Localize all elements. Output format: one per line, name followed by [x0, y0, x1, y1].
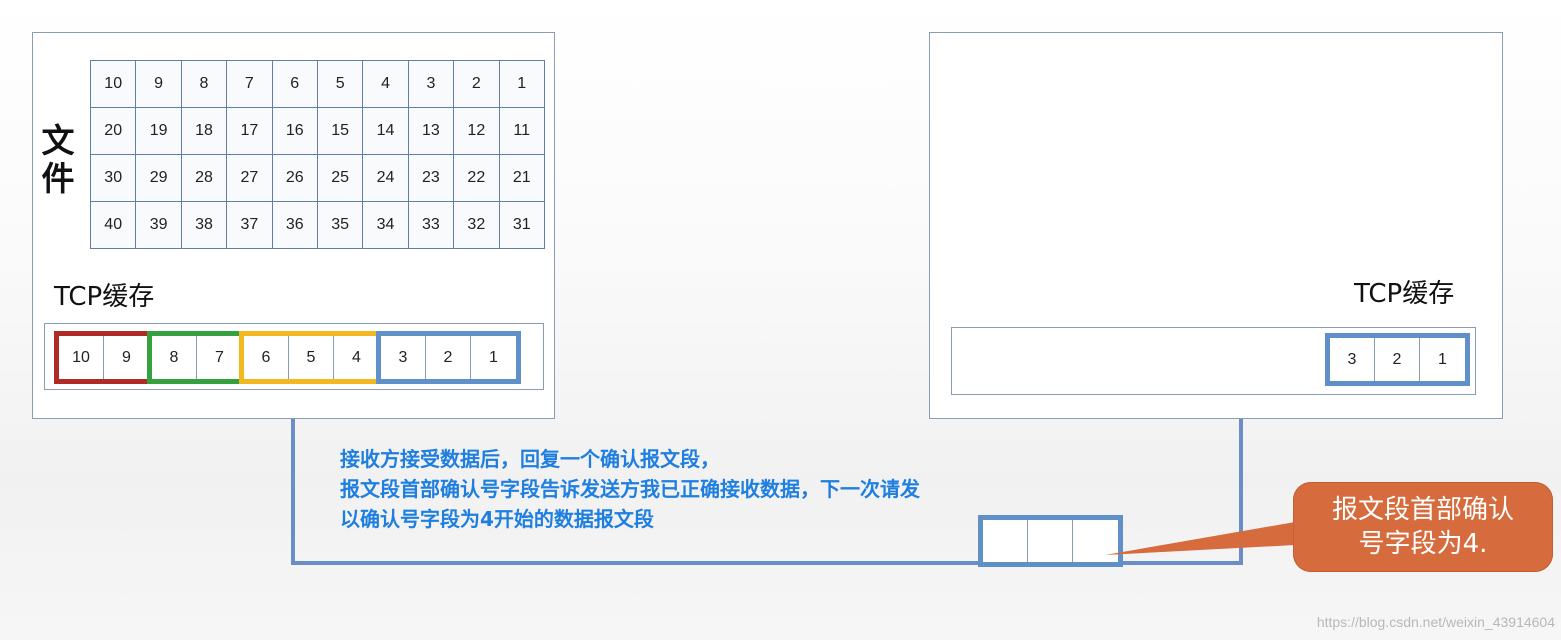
file-segment-cell: 16	[272, 108, 318, 155]
buffer-cell: 3	[381, 336, 426, 379]
file-label-char-2: 件	[41, 159, 75, 198]
file-segment-cell: 28	[181, 155, 228, 202]
file-segment-cell: 30	[91, 155, 137, 202]
buffer-cell: 2	[1375, 338, 1420, 381]
file-segment-cell: 19	[136, 108, 182, 155]
callout-bubble: 报文段首部确认 号字段为4.	[1293, 482, 1553, 572]
buffer-group-green: 8 7	[147, 331, 247, 384]
file-segment-cell: 11	[499, 108, 545, 155]
file-segment-cell: 14	[363, 108, 409, 155]
file-segment-cell: 20	[91, 108, 137, 155]
sender-tcp-buffer-label: TCP缓存	[54, 282, 155, 312]
explanation-line: 以确认号字段为4开始的数据报文段	[340, 507, 654, 531]
file-segment-cell: 15	[317, 108, 364, 155]
file-segment-cell: 40	[91, 202, 137, 249]
link-line-left	[291, 419, 295, 564]
file-segment-cell: 29	[136, 155, 182, 202]
callout-line: 号字段为4.	[1358, 529, 1488, 559]
buffer-group-blue: 3 2 1	[376, 331, 521, 384]
callout-pointer	[1105, 522, 1295, 555]
file-segment-cell: 7	[227, 61, 273, 108]
buffer-cell: 10	[59, 336, 104, 379]
buffer-cell: 4	[352, 348, 361, 366]
file-segment-cell: 27	[227, 155, 273, 202]
file-grid: 10 9 8 7 6 5 4 3 2 1 20 19 18 17 16 15 14 13 12 11 30 29 28 27 2…	[90, 60, 545, 249]
buffer-cell: 1	[489, 348, 498, 366]
file-segment-cell: 36	[272, 202, 318, 249]
file-segment-cell: 3	[408, 61, 455, 108]
callout-line: 报文段首部确认	[1331, 495, 1514, 525]
file-segment-cell: 12	[454, 108, 500, 155]
file-segment-cell: 9	[136, 61, 182, 108]
receiver-buffer-group: 3 2 1	[1325, 333, 1470, 386]
file-segment-cell: 2	[454, 61, 500, 108]
file-segment-cell: 38	[181, 202, 228, 249]
buffer-cell: 9	[122, 348, 131, 366]
file-segment-cell: 37	[227, 202, 273, 249]
file-label: 文 件	[40, 122, 76, 198]
file-segment-cell: 1	[499, 61, 545, 108]
buffer-group-red: 10 9	[54, 331, 154, 384]
packet-slot	[983, 520, 1028, 562]
file-segment-cell: 22	[454, 155, 500, 202]
file-segment-cell: 39	[136, 202, 182, 249]
buffer-cell: 1	[1438, 350, 1447, 368]
file-segment-cell: 4	[363, 61, 409, 108]
packet-slot	[1028, 520, 1073, 562]
file-segment-cell: 6	[272, 61, 318, 108]
file-segment-cell: 13	[408, 108, 455, 155]
file-segment-cell: 34	[363, 202, 409, 249]
buffer-cell: 3	[1330, 338, 1375, 381]
file-segment-cell: 17	[227, 108, 273, 155]
buffer-cell: 7	[215, 348, 224, 366]
receiver-tcp-buffer-label: TCP缓存	[1354, 279, 1455, 309]
file-segment-cell: 32	[454, 202, 500, 249]
buffer-cell: 6	[244, 336, 289, 379]
file-segment-cell: 26	[272, 155, 318, 202]
file-segment-cell: 31	[499, 202, 545, 249]
file-segment-cell: 23	[408, 155, 455, 202]
ack-packet	[978, 515, 1123, 567]
file-label-char-1: 文	[41, 121, 75, 160]
file-segment-cell: 24	[363, 155, 409, 202]
buffer-cell: 5	[289, 336, 334, 379]
buffer-cell: 2	[426, 336, 471, 379]
file-segment-cell: 5	[317, 61, 364, 108]
file-segment-cell: 21	[499, 155, 545, 202]
explanation-line: 报文段首部确认号字段告诉发送方我已正确接收数据，下一次请发	[340, 477, 920, 501]
file-segment-cell: 33	[408, 202, 455, 249]
watermark: https://blog.csdn.net/weixin_43914604	[1316, 614, 1555, 630]
explanation-text: 接收方接受数据后，回复一个确认报文段， 报文段首部确认号字段告诉发送方我已正确接…	[340, 444, 920, 534]
explanation-line: 接收方接受数据后，回复一个确认报文段，	[340, 447, 720, 471]
file-segment-cell: 18	[181, 108, 228, 155]
file-segment-cell: 10	[91, 61, 137, 108]
buffer-group-yellow: 6 5 4	[239, 331, 384, 384]
file-segment-cell: 35	[317, 202, 364, 249]
file-segment-cell: 8	[181, 61, 228, 108]
file-segment-cell: 25	[317, 155, 364, 202]
buffer-cell: 8	[152, 336, 197, 379]
